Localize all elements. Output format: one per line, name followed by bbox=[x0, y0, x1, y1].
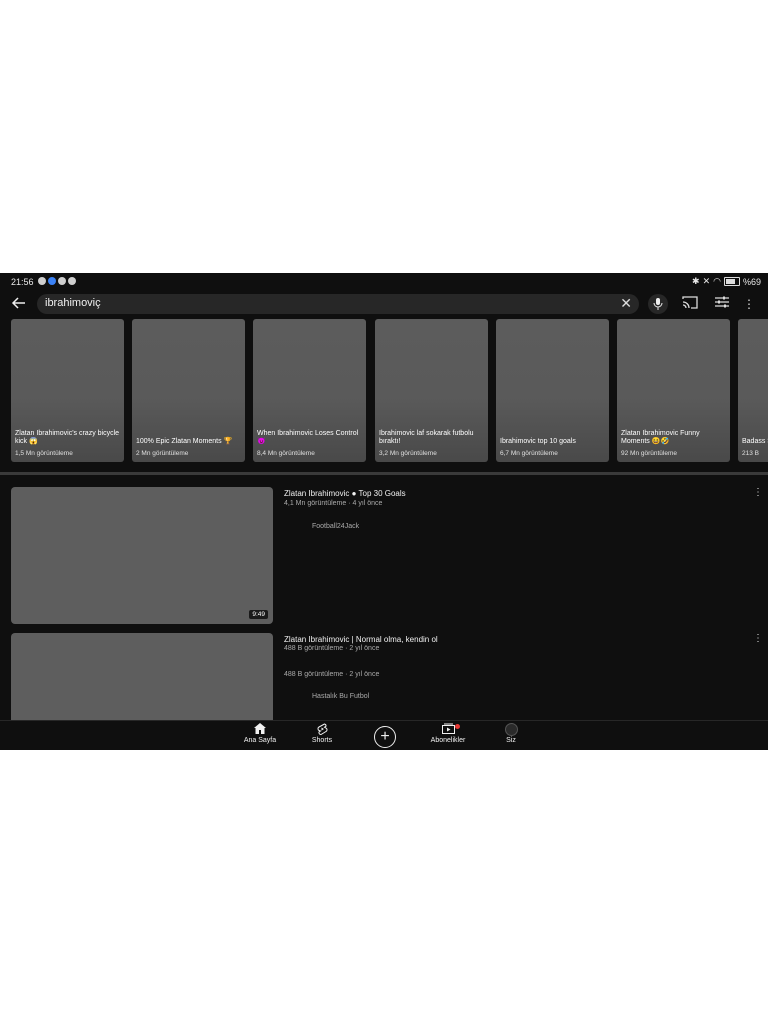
search-input[interactable]: ibrahimoviç ✕ bbox=[37, 294, 639, 314]
video-more-icon[interactable]: ⋮ bbox=[752, 487, 764, 498]
short-title: Badass Savage bbox=[742, 438, 768, 445]
cast-icon[interactable] bbox=[681, 296, 699, 312]
video-meta-secondary: 488 B görüntüleme · 2 yıl önce bbox=[284, 671, 380, 678]
bluetooth-icon: ✱ bbox=[692, 276, 700, 286]
bottom-navigation: Ana Sayfa Shorts + Abonelikler Siz bbox=[0, 720, 768, 750]
nav-shorts[interactable]: Shorts bbox=[292, 723, 352, 744]
microphone-icon[interactable] bbox=[648, 294, 668, 314]
avatar-icon bbox=[481, 723, 541, 737]
short-card[interactable]: Zlatan Ibrahimovic Funny Moments 😆🤣 92 M… bbox=[617, 319, 730, 462]
nav-home-label: Ana Sayfa bbox=[243, 737, 277, 744]
battery-icon bbox=[723, 277, 740, 286]
short-card[interactable]: Ibrahimovic top 10 goals 6,7 Mn görüntül… bbox=[496, 319, 609, 462]
status-bar: 21:56 ✱ ✕ ◠ %69 bbox=[0, 273, 768, 290]
short-card[interactable]: Ibrahimovic laf sokarak futbolu bıraktı!… bbox=[375, 319, 488, 462]
search-toolbar: ibrahimoviç ✕ ⋮ bbox=[0, 293, 768, 317]
nav-subscriptions[interactable]: Abonelikler bbox=[418, 723, 478, 744]
short-title: When Ibrahimovic Loses Control 😈 bbox=[257, 430, 359, 445]
short-views: 92 Mn görüntüleme bbox=[621, 450, 678, 457]
short-views: 8,4 Mn görüntüleme bbox=[257, 450, 315, 457]
short-card[interactable]: Badass Savage 213 B bbox=[738, 319, 768, 462]
notification-dot bbox=[455, 724, 460, 729]
section-divider bbox=[0, 472, 768, 475]
video-more-icon[interactable]: ⋮ bbox=[752, 633, 764, 644]
video-channel[interactable]: Hastalık Bu Futbol bbox=[312, 693, 369, 700]
shorts-icon bbox=[292, 723, 352, 737]
short-card[interactable]: 100% Epic Zlatan Moments 🏆 2 Mn görüntül… bbox=[132, 319, 245, 462]
battery-level: %69 bbox=[742, 276, 761, 287]
short-title: 100% Epic Zlatan Moments 🏆 bbox=[136, 438, 233, 445]
short-title: Ibrahimovic laf sokarak futbolu bıraktı! bbox=[379, 430, 474, 445]
nav-subscriptions-label: Abonelikler bbox=[430, 737, 466, 744]
short-title: Zlatan Ibrahimovic Funny Moments 😆🤣 bbox=[621, 430, 700, 445]
video-channel[interactable]: Football24Jack bbox=[312, 523, 359, 530]
status-time: 21:56 bbox=[11, 277, 34, 287]
video-title[interactable]: Zlatan Ibrahimovic ● Top 30 Goals bbox=[284, 489, 406, 498]
more-options-icon[interactable]: ⋮ bbox=[740, 296, 758, 312]
notification-icon bbox=[58, 277, 66, 285]
video-meta: 488 B görüntüleme · 2 yıl önce bbox=[284, 645, 380, 652]
short-views: 3,2 Mn görüntüleme bbox=[379, 450, 437, 457]
subscriptions-icon bbox=[418, 723, 478, 737]
short-card[interactable]: Zlatan Ibrahimovic's crazy bicycle kick … bbox=[11, 319, 124, 462]
create-plus-icon[interactable]: + bbox=[374, 726, 396, 748]
filter-icon[interactable] bbox=[713, 296, 731, 312]
video-meta: 4,1 Mn görüntüleme · 4 yıl önce bbox=[284, 500, 383, 507]
back-arrow-icon[interactable] bbox=[10, 295, 28, 313]
notification-icon bbox=[68, 277, 76, 285]
nav-home[interactable]: Ana Sayfa bbox=[230, 723, 290, 744]
search-query: ibrahimoviç bbox=[45, 297, 101, 309]
status-right: ✱ ✕ ◠ %69 bbox=[692, 276, 761, 287]
short-views: 1,5 Mn görüntüleme bbox=[15, 450, 73, 457]
wifi-icon: ◠ bbox=[713, 276, 721, 286]
short-views: 6,7 Mn görüntüleme bbox=[500, 450, 558, 457]
video-duration: 9:49 bbox=[249, 610, 268, 619]
clear-search-icon[interactable]: ✕ bbox=[620, 295, 632, 312]
app-screen: 21:56 ✱ ✕ ◠ %69 ibrahimoviç ✕ ⋮ Zlatan I… bbox=[0, 273, 768, 750]
short-title: Zlatan Ibrahimovic's crazy bicycle kick … bbox=[15, 430, 120, 445]
video-title[interactable]: Zlatan Ibrahimovic | Normal olma, kendin… bbox=[284, 635, 438, 644]
short-views: 213 B bbox=[742, 450, 759, 457]
video-thumbnail[interactable]: 9:49 bbox=[11, 487, 273, 624]
short-card[interactable]: When Ibrahimovic Loses Control 😈 8,4 Mn … bbox=[253, 319, 366, 462]
notification-icons bbox=[38, 277, 76, 285]
video-result[interactable]: 9:49 Zlatan Ibrahimovic ● Top 30 Goals 4… bbox=[0, 487, 768, 627]
nav-shorts-label: Shorts bbox=[311, 737, 333, 744]
mute-icon: ✕ bbox=[702, 276, 711, 286]
short-title: Ibrahimovic top 10 goals bbox=[500, 438, 576, 445]
home-icon bbox=[230, 723, 290, 737]
notification-icon bbox=[48, 277, 56, 285]
shorts-shelf: Zlatan Ibrahimovic's crazy bicycle kick … bbox=[11, 319, 768, 462]
nav-you[interactable]: Siz bbox=[481, 723, 541, 744]
short-views: 2 Mn görüntüleme bbox=[136, 450, 189, 457]
notification-icon bbox=[38, 277, 46, 285]
nav-you-label: Siz bbox=[506, 737, 516, 744]
